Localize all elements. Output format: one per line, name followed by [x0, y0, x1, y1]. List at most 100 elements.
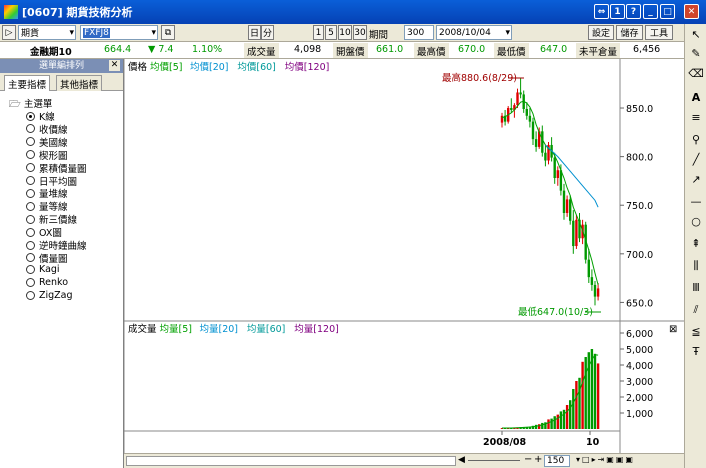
save-button[interactable]: 儲存 — [616, 25, 643, 40]
radio-icon[interactable] — [26, 240, 35, 250]
zoom-out-icon[interactable]: − — [524, 454, 532, 465]
horizontal-scrollbar[interactable] — [126, 456, 456, 466]
eraser-icon[interactable]: ⌫ — [688, 66, 704, 82]
price-tick-label: 800.0 — [626, 153, 653, 164]
price-change: ▼ 7.4 — [148, 44, 174, 55]
radio-icon[interactable] — [26, 227, 35, 237]
tools-button[interactable]: 工具 — [645, 25, 673, 40]
volume-tick-label: 5,000 — [626, 345, 653, 356]
volume-value: 4,098 — [294, 44, 322, 55]
horizontal-line-icon[interactable]: — — [688, 194, 704, 210]
indicator-label: Renko — [39, 276, 69, 288]
fan-icon[interactable]: ≦ — [688, 324, 704, 340]
drawing-toolbar: ↖ ✎ ⌫ A ≡ ⚲ ╱ ↗ — ○ ⇞ ⫼ Ⅲ ⫽ ≦ Ŧ — [684, 24, 706, 468]
chart-area[interactable]: 價格 均價[5] 均價[20] 均價[60] 均價[120] 成交量 均量[5] 均量[20]… — [124, 59, 684, 453]
close-icon[interactable]: ✕ — [109, 60, 120, 71]
indicator-item[interactable]: 量堆線 — [26, 186, 68, 200]
price-legend-ma20: 均價[20] — [190, 61, 229, 73]
arrow-line-icon[interactable]: ↗ — [688, 172, 704, 188]
navigation-icons[interactable]: ▾□▸⇥▣▣▣ — [576, 455, 635, 464]
volume-tick-label: 3,000 — [626, 377, 653, 388]
date-select[interactable]: 2008/10/04 ▾ — [436, 25, 512, 40]
play-icon[interactable]: ▷ — [2, 25, 16, 40]
link-button[interactable]: ⇔ — [594, 4, 609, 19]
indicator-label: 量堆線 — [39, 189, 68, 201]
indicator-item[interactable]: 楔形圖 — [26, 148, 68, 162]
indicator-item[interactable]: 新三價線 — [26, 212, 77, 226]
panel-header: 選單編排列 ✕ — [0, 59, 123, 73]
text-tool-icon[interactable]: Ŧ — [688, 344, 704, 360]
maximize-button[interactable]: □ — [660, 4, 675, 19]
indicator-label: 日平均圖 — [39, 176, 78, 188]
market-select[interactable]: 期貨 ▾ — [18, 25, 76, 40]
radio-icon[interactable] — [26, 150, 35, 160]
volume-legend-ma20: 均量[20] — [200, 323, 239, 335]
high-annotation: 最高880.6(8/29) — [442, 72, 517, 84]
interval-10-button[interactable]: 10 — [338, 25, 352, 40]
radio-icon[interactable] — [26, 188, 35, 198]
indicator-item[interactable]: Kagi — [26, 264, 60, 275]
period-input[interactable]: 300 — [404, 25, 434, 40]
radio-icon[interactable] — [26, 163, 35, 173]
radio-icon[interactable] — [26, 137, 35, 147]
zoom-slider[interactable] — [468, 460, 520, 461]
zoom-in-icon[interactable]: + — [534, 454, 542, 465]
pencil-icon[interactable]: ✎ — [688, 46, 704, 62]
radio-icon[interactable] — [26, 264, 35, 274]
close-button[interactable]: ✕ — [684, 4, 699, 19]
radio-icon[interactable] — [26, 277, 35, 287]
radio-icon[interactable] — [26, 111, 35, 121]
indicator-item[interactable]: K線 — [26, 109, 55, 123]
interval-5-button[interactable]: 5 — [325, 25, 337, 40]
indicator-item[interactable]: OX圖 — [26, 225, 62, 239]
period-minute-button[interactable]: 分 — [261, 25, 274, 40]
indicator-item[interactable]: 累積價量圖 — [26, 161, 87, 175]
window-number-button[interactable]: 1 — [610, 4, 625, 19]
indicator-item[interactable]: 收價線 — [26, 122, 68, 136]
indicator-label: 新三價線 — [39, 215, 78, 227]
radio-icon[interactable] — [26, 253, 35, 263]
help-button[interactable]: ? — [626, 4, 641, 19]
indicator-item[interactable]: 價量圖 — [26, 251, 68, 265]
trendline-icon[interactable]: ╱ — [688, 152, 704, 168]
volume-bar — [578, 377, 581, 429]
minimize-button[interactable]: _ — [643, 4, 658, 19]
indicator-item[interactable]: 美國線 — [26, 135, 68, 149]
copy-icon[interactable]: ⧉ — [161, 25, 175, 40]
indicator-item[interactable]: 量等線 — [26, 199, 68, 213]
radio-icon[interactable] — [26, 176, 35, 185]
candle-body — [556, 170, 559, 179]
fibonacci-icon[interactable]: Ⅲ — [688, 280, 704, 296]
indicator-item[interactable]: Renko — [26, 277, 68, 288]
open-label: 開盤價 — [333, 43, 368, 58]
paint-icon[interactable]: ⚲ — [688, 132, 704, 148]
cursor-icon[interactable]: ↖ — [688, 27, 704, 43]
circle-icon[interactable]: ○ — [688, 214, 704, 230]
radio-icon[interactable] — [26, 290, 35, 300]
vertical-lines-icon[interactable]: ⇞ — [688, 236, 704, 252]
tab-other-indicators[interactable]: 其他指標 — [56, 75, 103, 91]
symbol-select[interactable]: FXFJ8 ▾ — [80, 25, 158, 40]
radio-icon[interactable] — [26, 214, 35, 224]
radio-icon[interactable] — [26, 201, 35, 211]
indicator-item[interactable]: 日平均圖 — [26, 174, 77, 188]
candle-body — [534, 139, 538, 147]
scroll-left-icon[interactable]: ◀ — [458, 455, 465, 465]
title-bar: [0607] 期貨技術分析 ⇔ 1 ? _ □ ✕ — [0, 0, 706, 24]
interval-30-button[interactable]: 30 — [353, 25, 367, 40]
gann-fan-icon[interactable]: ⫽ — [688, 302, 704, 318]
price-tick-label: 850.0 — [626, 104, 653, 115]
indicator-item[interactable]: ZigZag — [26, 290, 73, 301]
settings-button[interactable]: 設定 — [588, 25, 614, 40]
interval-1-button[interactable]: 1 — [313, 25, 324, 40]
indicator-item[interactable]: 逆時鐘曲線 — [26, 238, 87, 252]
radio-icon[interactable] — [26, 124, 35, 134]
candle-body — [562, 190, 566, 213]
channel-icon[interactable]: ⫼ — [688, 258, 704, 274]
tab-main-indicators[interactable]: 主要指標 — [4, 75, 51, 91]
lines-icon[interactable]: ≡ — [688, 110, 704, 126]
text-icon[interactable]: A — [688, 90, 704, 106]
zoom-input[interactable]: 150 — [544, 455, 570, 467]
open-interest-label: 未平倉量 — [576, 43, 621, 58]
period-day-button[interactable]: 日 — [248, 25, 261, 40]
